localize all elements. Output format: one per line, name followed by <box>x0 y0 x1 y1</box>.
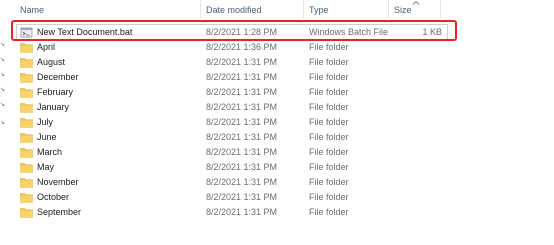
file-type: File folder <box>309 87 349 97</box>
folder-icon <box>20 208 33 218</box>
folder-icon <box>20 58 33 68</box>
quick-access-strip: ↘ ↘ ↘ ↘ ↘ ↘ <box>0 0 7 245</box>
pin-icon[interactable]: ↘ <box>0 120 5 126</box>
folder-icon <box>20 118 33 128</box>
date-modified: 8/2/2021 1:31 PM <box>206 177 278 187</box>
file-size <box>412 145 442 160</box>
file-size <box>412 40 442 55</box>
file-type: File folder <box>309 162 349 172</box>
file-type: File folder <box>309 147 349 157</box>
folder-icon <box>20 193 33 203</box>
file-type: File folder <box>309 42 349 52</box>
file-size <box>412 55 442 70</box>
file-name: September <box>37 207 82 217</box>
file-size <box>412 190 442 205</box>
file-row[interactable]: March 8/2/2021 1:31 PM File folder <box>17 145 447 160</box>
folder-icon <box>20 133 33 143</box>
date-modified: 8/2/2021 1:31 PM <box>206 102 278 112</box>
file-size <box>412 160 442 175</box>
file-name: New Text Document.bat <box>37 27 133 37</box>
date-modified: 8/2/2021 1:31 PM <box>206 207 278 217</box>
file-row[interactable]: January 8/2/2021 1:31 PM File folder <box>17 100 447 115</box>
sort-chevron-icon <box>412 0 420 5</box>
folder-icon <box>20 178 33 188</box>
file-row[interactable]: November 8/2/2021 1:31 PM File folder <box>17 175 447 190</box>
date-modified: 8/2/2021 1:28 PM <box>206 27 278 37</box>
file-name: October <box>37 192 70 202</box>
file-type: File folder <box>309 132 349 142</box>
column-divider[interactable] <box>200 0 201 18</box>
date-modified: 8/2/2021 1:31 PM <box>206 57 278 67</box>
date-modified: 8/2/2021 1:31 PM <box>206 147 278 157</box>
file-name: December <box>37 72 79 82</box>
file-row[interactable]: July 8/2/2021 1:31 PM File folder <box>17 115 447 130</box>
column-header: Name Date modified Type Size <box>0 0 554 18</box>
date-modified: 8/2/2021 1:31 PM <box>206 162 278 172</box>
date-modified: 8/2/2021 1:31 PM <box>206 192 278 202</box>
pin-icon[interactable]: ↘ <box>0 72 5 78</box>
file-row[interactable]: September 8/2/2021 1:31 PM File folder <box>17 205 447 220</box>
folder-icon <box>20 88 33 98</box>
file-size <box>412 130 442 145</box>
file-type: File folder <box>309 117 349 127</box>
file-size <box>412 70 442 85</box>
file-size: 1 KB <box>422 27 442 37</box>
file-row[interactable]: February 8/2/2021 1:31 PM File folder <box>17 85 447 100</box>
date-modified: 8/2/2021 1:31 PM <box>206 72 278 82</box>
date-modified: 8/2/2021 1:36 PM <box>206 42 278 52</box>
file-row[interactable]: June 8/2/2021 1:31 PM File folder <box>17 130 447 145</box>
date-modified: 8/2/2021 1:31 PM <box>206 117 278 127</box>
file-size <box>412 115 442 130</box>
file-type: File folder <box>309 72 349 82</box>
file-type: File folder <box>309 192 349 202</box>
column-divider[interactable] <box>388 0 389 18</box>
file-name: April <box>37 42 56 52</box>
folder-icon <box>20 73 33 83</box>
file-row[interactable]: October 8/2/2021 1:31 PM File folder <box>17 190 447 205</box>
file-type: File folder <box>309 207 349 217</box>
file-name: August <box>37 57 66 67</box>
folder-icon <box>20 163 33 173</box>
file-type: File folder <box>309 57 349 67</box>
date-modified: 8/2/2021 1:31 PM <box>206 87 278 97</box>
column-date-modified[interactable]: Date modified <box>206 4 262 16</box>
file-type: Windows Batch File <box>309 27 389 37</box>
pin-icon[interactable]: ↘ <box>0 102 5 108</box>
file-row[interactable]: August 8/2/2021 1:31 PM File folder <box>17 55 447 70</box>
file-name: November <box>37 177 79 187</box>
folder-icon <box>20 43 33 53</box>
column-size[interactable]: Size <box>394 4 412 16</box>
file-size <box>412 100 442 115</box>
file-row[interactable]: April 8/2/2021 1:36 PM File folder <box>17 40 447 55</box>
file-row[interactable]: New Text Document.bat 8/2/2021 1:28 PM Win… <box>16 24 448 41</box>
file-type: File folder <box>309 177 349 187</box>
column-divider[interactable] <box>440 0 441 18</box>
pin-icon[interactable]: ↘ <box>0 42 5 48</box>
file-row[interactable]: May 8/2/2021 1:31 PM File folder <box>17 160 447 175</box>
date-modified: 8/2/2021 1:31 PM <box>206 132 278 142</box>
file-name: March <box>37 147 63 157</box>
file-name: June <box>37 132 57 142</box>
file-row[interactable]: December 8/2/2021 1:31 PM File folder <box>17 70 447 85</box>
folder-icon <box>20 103 33 113</box>
file-size <box>412 175 442 190</box>
pin-icon[interactable]: ↘ <box>0 87 5 93</box>
file-name: July <box>37 117 54 127</box>
file-type: File folder <box>309 102 349 112</box>
file-name: May <box>37 162 55 172</box>
folder-icon <box>20 148 33 158</box>
column-type[interactable]: Type <box>309 4 329 16</box>
file-size <box>412 205 442 220</box>
column-name[interactable]: Name <box>20 4 44 16</box>
batch-file-icon <box>20 27 33 38</box>
file-size <box>412 85 442 100</box>
file-name: February <box>37 87 74 97</box>
file-name: January <box>37 102 70 112</box>
pin-icon[interactable]: ↘ <box>0 57 5 63</box>
column-divider[interactable] <box>303 0 304 18</box>
